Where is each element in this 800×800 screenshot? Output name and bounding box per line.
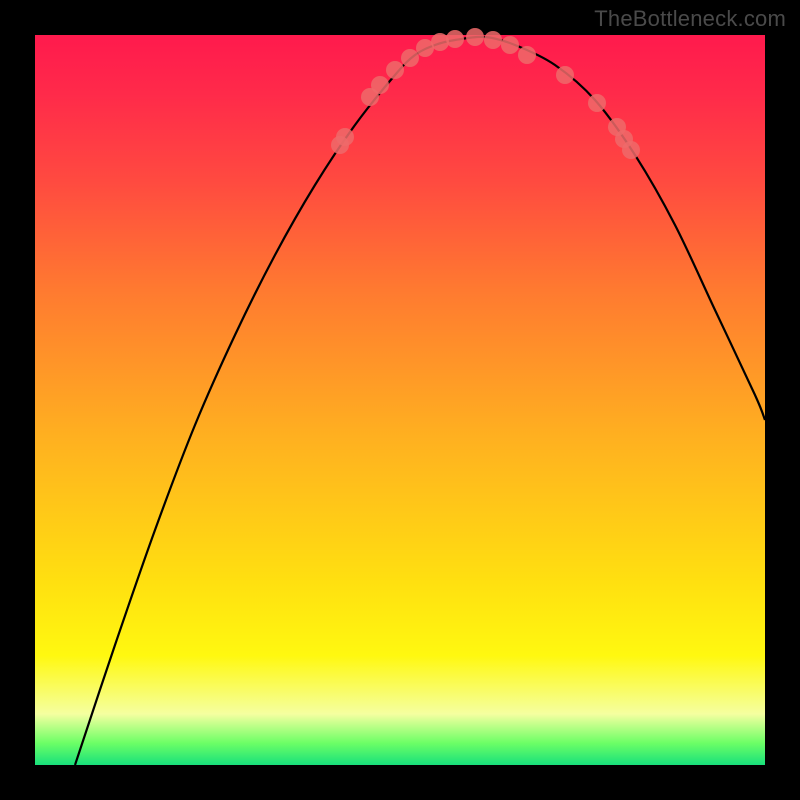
- highlight-dot: [466, 28, 484, 46]
- chart-frame: TheBottleneck.com: [0, 0, 800, 800]
- highlight-dot: [484, 31, 502, 49]
- highlight-dot: [336, 128, 354, 146]
- highlight-dot: [556, 66, 574, 84]
- bottleneck-curve: [75, 37, 765, 765]
- highlight-dot: [588, 94, 606, 112]
- highlight-dot: [386, 61, 404, 79]
- highlight-dot: [401, 49, 419, 67]
- highlight-dot: [371, 76, 389, 94]
- highlight-dots-group: [331, 28, 640, 159]
- highlight-dot: [518, 46, 536, 64]
- gradient-plot-area: [35, 35, 765, 765]
- highlight-dot: [501, 36, 519, 54]
- watermark-text: TheBottleneck.com: [594, 6, 786, 32]
- curve-svg: [35, 35, 765, 765]
- highlight-dot: [622, 141, 640, 159]
- highlight-dot: [446, 30, 464, 48]
- highlight-dot: [431, 33, 449, 51]
